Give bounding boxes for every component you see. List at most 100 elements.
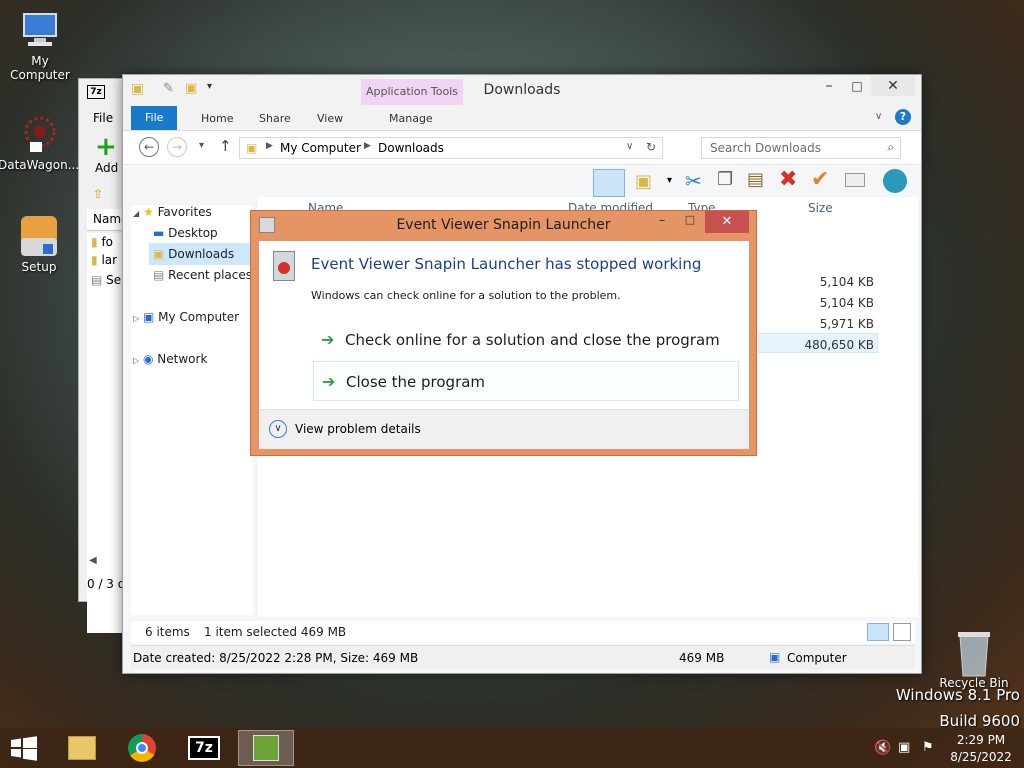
nav-favorites[interactable]: ◢ ★ Favorites xyxy=(133,205,212,219)
status-bar: 6 items 1 item selected 469 MB xyxy=(131,621,915,643)
search-input[interactable]: Search Downloads ⌕ xyxy=(701,137,901,159)
toolbar-dropdown-icon[interactable]: ▾ xyxy=(667,175,672,186)
dialog-minimize-button[interactable]: – xyxy=(651,213,673,233)
view-details-link[interactable]: View problem details xyxy=(295,422,421,436)
address-dropdown-icon[interactable]: ∨ xyxy=(626,141,633,152)
network-icon: ◉ xyxy=(142,352,154,366)
cut-icon[interactable]: ✂ xyxy=(685,169,702,193)
minimize-button[interactable]: – xyxy=(815,76,843,96)
nav-my-computer[interactable]: ▷ ▣ My Computer xyxy=(133,310,239,324)
nav-downloads[interactable]: ▣ Downloads xyxy=(149,243,253,265)
breadcrumb-sep-icon: ▶ xyxy=(364,141,371,151)
navigation-pane: ◢ ★ Favorites ▬ Desktop ▣ Downloads ▤ Re… xyxy=(131,205,253,615)
copy-icon[interactable]: ❐ xyxy=(717,169,733,190)
expand-details-icon[interactable]: ∨ xyxy=(269,420,287,438)
clock-time: 2:29 PM xyxy=(956,733,1006,747)
forward-button[interactable]: → xyxy=(167,137,187,157)
nav-network[interactable]: ▷ ◉ Network xyxy=(133,352,207,366)
command-toolbar: ▣ ▾ ✂ ❐ ▤ ✖ ✔ xyxy=(123,165,921,201)
sevenzip-add-button[interactable]: Add xyxy=(95,161,118,175)
close-button[interactable]: ✕ xyxy=(871,76,915,96)
sevenzip-logo-icon: 7z xyxy=(87,85,105,99)
taskbar-event-viewer[interactable] xyxy=(238,730,294,766)
nav-recent-places[interactable]: ▤ Recent places xyxy=(153,268,252,282)
checkmark-icon[interactable]: ✔ xyxy=(811,167,829,192)
folder-icon: ▣ xyxy=(246,141,258,155)
back-button[interactable]: ← xyxy=(139,137,159,157)
taskbar-7zip[interactable]: 7z xyxy=(176,730,232,766)
taskbar-file-explorer[interactable] xyxy=(54,730,110,766)
scroll-left-icon[interactable]: ◀ xyxy=(89,555,97,566)
list-item[interactable]: ▮ fo xyxy=(91,235,113,249)
error-dialog[interactable]: Event Viewer Snapin Launcher – □ ✕ Event… xyxy=(250,210,757,456)
maximize-button[interactable]: □ xyxy=(843,76,871,96)
datawagon-icon xyxy=(16,112,60,156)
volume-muted-icon[interactable]: 🔇 xyxy=(874,740,891,756)
nav-desktop[interactable]: ▬ Desktop xyxy=(153,226,218,240)
network-status-icon[interactable]: ▣ xyxy=(898,740,910,755)
address-bar[interactable]: ▣ ▶ My Computer ▶ Downloads ∨ ↻ xyxy=(239,137,663,159)
sevenzip-icon: 7z xyxy=(188,736,220,760)
explorer-titlebar[interactable]: ▣ ✎ ▣ ▾ Downloads – □ ✕ xyxy=(123,75,921,105)
tab-view[interactable]: View xyxy=(303,108,357,130)
rename-icon[interactable] xyxy=(845,173,865,187)
clock[interactable]: 2:29 PM 8/25/2022 xyxy=(946,733,1016,764)
details-view-icon[interactable] xyxy=(867,623,889,641)
taskbar-chrome[interactable] xyxy=(114,730,170,766)
tab-share[interactable]: Share xyxy=(245,108,305,130)
close-program-button[interactable]: ➔ Close the program xyxy=(313,361,739,401)
help-icon[interactable]: ? xyxy=(895,109,911,125)
desktop-icon-my-computer[interactable]: My Computer xyxy=(0,8,80,82)
properties-icon[interactable]: ▣ xyxy=(635,171,652,192)
delete-icon[interactable]: ✖ xyxy=(779,167,797,192)
start-button[interactable] xyxy=(0,730,48,766)
globe-icon[interactable] xyxy=(883,169,907,193)
sevenzip-menu-file[interactable]: File xyxy=(93,111,113,125)
search-icon[interactable]: ⌕ xyxy=(887,140,894,155)
action-center-icon[interactable]: ⚑ xyxy=(922,740,934,755)
up-button[interactable]: ↑ xyxy=(219,137,232,155)
preview-pane-icon[interactable] xyxy=(593,169,625,197)
tab-manage[interactable]: Manage xyxy=(375,108,447,130)
breadcrumb-downloads[interactable]: Downloads xyxy=(378,141,444,155)
desktop-icon-recycle-bin[interactable]: Recycle Bin xyxy=(934,630,1014,690)
tab-home[interactable]: Home xyxy=(187,108,247,130)
breadcrumb-my-computer[interactable]: My Computer xyxy=(280,141,361,155)
size-cell: 480,650 KB xyxy=(804,338,874,352)
dialog-maximize-button[interactable]: □ xyxy=(679,213,701,233)
check-online-button[interactable]: ➔ Check online for a solution and close … xyxy=(313,320,739,360)
dialog-heading: Event Viewer Snapin Launcher has stopped… xyxy=(311,255,702,273)
refresh-icon[interactable]: ↻ xyxy=(646,140,656,154)
clock-date: 8/25/2022 xyxy=(950,750,1012,764)
dialog-footer: ∨ View problem details xyxy=(259,409,749,449)
large-icons-view-icon[interactable] xyxy=(893,623,911,641)
list-item[interactable]: ▮ lar xyxy=(91,253,117,267)
breadcrumb-sep-icon: ▶ xyxy=(266,141,273,151)
address-row: ← → ▾ ↑ ▣ ▶ My Computer ▶ Downloads ∨ ↻ … xyxy=(123,131,921,165)
selection-info: 1 item selected 469 MB xyxy=(204,625,347,639)
details-location: Computer xyxy=(787,651,847,665)
green-arrow-icon: ➔ xyxy=(322,372,336,391)
collapse-icon: ▷ xyxy=(133,314,140,323)
watermark-edition: Windows 8.1 Pro xyxy=(895,686,1020,704)
star-icon: ★ xyxy=(142,205,154,219)
list-item[interactable]: ▤ Se xyxy=(91,273,121,287)
column-size[interactable]: Size xyxy=(808,201,833,215)
paste-icon[interactable]: ▤ xyxy=(747,169,764,190)
dialog-message: Windows can check online for a solution … xyxy=(311,289,621,302)
computer-small-icon: ▣ xyxy=(769,650,781,664)
setup-icon xyxy=(17,214,61,258)
chrome-icon xyxy=(128,734,156,762)
add-plus-icon[interactable]: + xyxy=(95,134,117,160)
ribbon-expand-icon[interactable]: ∨ xyxy=(875,111,882,122)
dialog-close-button[interactable]: ✕ xyxy=(705,211,749,233)
expand-icon: ◢ xyxy=(133,209,140,218)
recent-icon: ▤ xyxy=(153,268,165,282)
tab-file[interactable]: File xyxy=(131,106,178,130)
app-tools-context-label: Application Tools xyxy=(361,79,463,105)
desktop-icon-datawagon[interactable]: DataWagon... xyxy=(0,112,79,172)
desktop-icon-setup[interactable]: Setup xyxy=(0,214,79,274)
close-program-label: Close the program xyxy=(346,373,486,391)
recent-locations-icon[interactable]: ▾ xyxy=(199,140,204,151)
folder-up-icon[interactable]: ⇧ xyxy=(93,187,103,201)
